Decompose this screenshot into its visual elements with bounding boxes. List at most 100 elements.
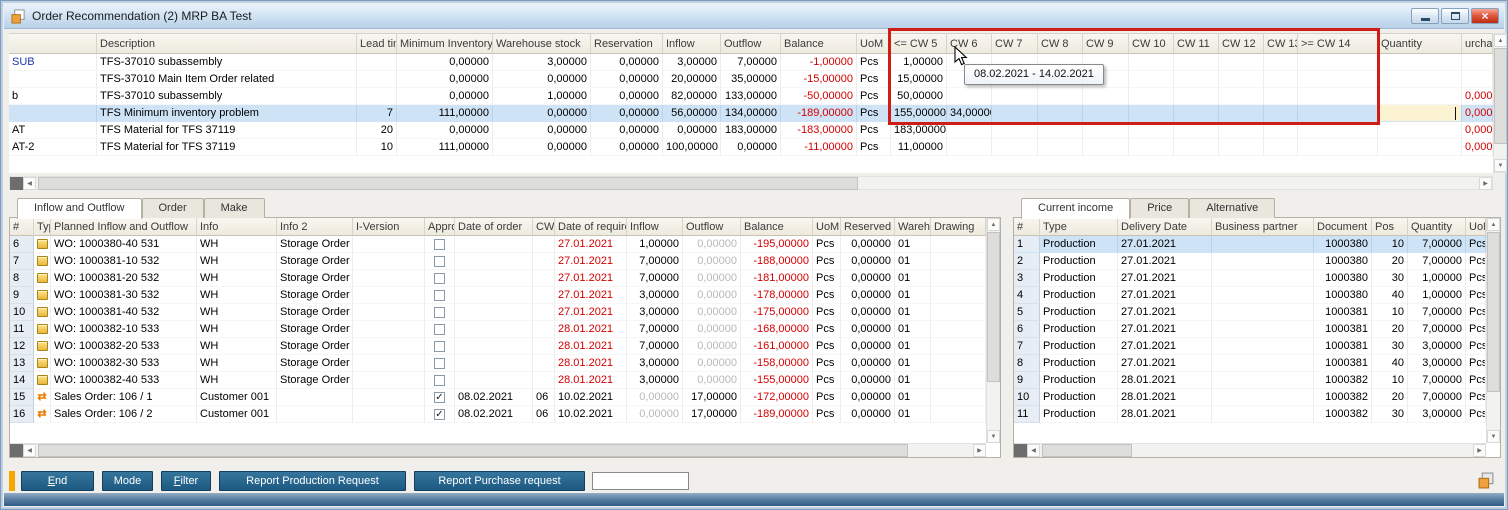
cell[interactable]: 0,00000 bbox=[841, 406, 895, 423]
cell[interactable]: WO: 1000381-10 532 bbox=[51, 253, 197, 270]
column-header[interactable]: Warehouse bbox=[895, 218, 931, 236]
tab-current-income[interactable]: Current income bbox=[1021, 198, 1130, 219]
scroll-right-icon[interactable]: ▶ bbox=[973, 444, 986, 457]
cell[interactable]: 10 bbox=[1372, 372, 1408, 389]
cell[interactable] bbox=[1212, 321, 1314, 338]
cell[interactable] bbox=[1378, 139, 1462, 156]
cell[interactable]: 10 bbox=[357, 139, 397, 156]
cell[interactable]: 01 bbox=[895, 304, 931, 321]
scrollbar-thumb[interactable] bbox=[1487, 232, 1500, 392]
column-header[interactable]: >= CW 14 bbox=[1298, 34, 1378, 54]
cell[interactable]: 3,00000 bbox=[663, 54, 721, 71]
approved-checkbox[interactable] bbox=[434, 324, 445, 335]
maximize-button[interactable] bbox=[1441, 8, 1469, 24]
cell[interactable]: 0,00000 bbox=[397, 54, 493, 71]
cell[interactable]: 7,00000 bbox=[721, 54, 781, 71]
cell[interactable] bbox=[455, 253, 533, 270]
table-row[interactable]: 9WO: 1000381-30 532WHStorage Order27.01.… bbox=[10, 287, 986, 304]
cell[interactable]: 7,00000 bbox=[627, 338, 683, 355]
cell[interactable] bbox=[1378, 88, 1462, 105]
cell[interactable]: 1000382 bbox=[1314, 372, 1372, 389]
cell[interactable]: 3,00000 bbox=[493, 54, 591, 71]
cell[interactable]: WH bbox=[197, 355, 277, 372]
approved-checkbox[interactable]: ✓ bbox=[434, 392, 445, 403]
cell[interactable] bbox=[1462, 71, 1493, 88]
top-vertical-scrollbar[interactable]: ▲▼ bbox=[1493, 33, 1507, 173]
cell[interactable]: 0,00000 bbox=[841, 338, 895, 355]
cell[interactable]: -195,00000 bbox=[741, 236, 813, 253]
cell[interactable]: b bbox=[9, 88, 97, 105]
column-header[interactable]: # bbox=[1014, 218, 1040, 236]
cell[interactable]: -15,00000 bbox=[781, 71, 857, 88]
cell[interactable] bbox=[1264, 54, 1298, 71]
table-row[interactable]: 11Production28.01.20211000382303,00000Pc… bbox=[1014, 406, 1486, 423]
column-header[interactable]: Minimum Inventory bbox=[397, 34, 493, 54]
row-number[interactable]: 16 bbox=[10, 406, 34, 423]
report-production-request-button[interactable]: Report Production Request bbox=[219, 471, 406, 491]
item-row[interactable]: ATTFS Material for TFS 37119200,000000,0… bbox=[9, 122, 1493, 139]
cell[interactable] bbox=[353, 270, 425, 287]
pane-split-grip[interactable] bbox=[10, 177, 23, 190]
row-number[interactable]: 13 bbox=[10, 355, 34, 372]
cell[interactable] bbox=[1298, 71, 1378, 88]
table-row[interactable]: 8WO: 1000381-20 532WHStorage Order27.01.… bbox=[10, 270, 986, 287]
cell[interactable]: Storage Order bbox=[277, 355, 353, 372]
cell[interactable]: Production bbox=[1040, 270, 1118, 287]
row-number[interactable]: 10 bbox=[1014, 389, 1040, 406]
cell[interactable]: Pcs bbox=[857, 122, 891, 139]
cell[interactable]: 133,00000 bbox=[721, 88, 781, 105]
cell[interactable]: -168,00000 bbox=[741, 321, 813, 338]
cell[interactable]: 0,00000 bbox=[591, 71, 663, 88]
row-number[interactable]: 14 bbox=[10, 372, 34, 389]
cell[interactable] bbox=[1212, 287, 1314, 304]
cell[interactable]: Pcs bbox=[813, 372, 841, 389]
approved-checkbox[interactable] bbox=[434, 307, 445, 318]
column-header[interactable]: Quantity bbox=[1408, 218, 1466, 236]
cell[interactable]: 3,00000 bbox=[627, 304, 683, 321]
cell[interactable]: 0,0000 bbox=[1462, 139, 1493, 156]
cell[interactable]: 7,00000 bbox=[1408, 236, 1466, 253]
cell[interactable]: Pcs bbox=[813, 270, 841, 287]
cell[interactable]: 0,00000 bbox=[683, 253, 741, 270]
cell[interactable] bbox=[1264, 122, 1298, 139]
cell[interactable]: Pcs bbox=[813, 389, 841, 406]
cell[interactable]: 20 bbox=[1372, 389, 1408, 406]
cell[interactable] bbox=[533, 287, 555, 304]
cell[interactable]: Production bbox=[1040, 338, 1118, 355]
cell[interactable]: 3,00000 bbox=[627, 355, 683, 372]
cell[interactable]: 27.01.2021 bbox=[1118, 355, 1212, 372]
cell[interactable] bbox=[353, 372, 425, 389]
cell[interactable]: 30 bbox=[1372, 406, 1408, 423]
cell[interactable] bbox=[1212, 372, 1314, 389]
cell[interactable]: WH bbox=[197, 270, 277, 287]
row-number[interactable]: 8 bbox=[1014, 355, 1040, 372]
cell[interactable] bbox=[931, 321, 986, 338]
approved-checkbox[interactable]: ✓ bbox=[434, 409, 445, 420]
cell[interactable] bbox=[1212, 355, 1314, 372]
cell[interactable] bbox=[34, 304, 51, 321]
column-header[interactable]: <= CW 5 bbox=[891, 34, 947, 54]
cell[interactable]: 35,00000 bbox=[721, 71, 781, 88]
cell[interactable]: 27.01.2021 bbox=[1118, 253, 1212, 270]
cell[interactable] bbox=[533, 372, 555, 389]
scrollbar-thumb[interactable] bbox=[1042, 444, 1132, 457]
cell[interactable]: 28.01.2021 bbox=[1118, 389, 1212, 406]
cell[interactable] bbox=[1038, 122, 1083, 139]
cell[interactable] bbox=[1038, 105, 1083, 122]
cell[interactable]: -1,00000 bbox=[781, 54, 857, 71]
cell[interactable]: 28.01.2021 bbox=[555, 321, 627, 338]
cell[interactable] bbox=[931, 236, 986, 253]
cell[interactable]: 155,00000 bbox=[891, 105, 947, 122]
cell[interactable]: WO: 1000381-20 532 bbox=[51, 270, 197, 287]
cell[interactable] bbox=[1264, 105, 1298, 122]
pane-split-grip[interactable] bbox=[1014, 444, 1027, 457]
cell[interactable] bbox=[425, 304, 455, 321]
cell[interactable]: 1,00000 bbox=[891, 54, 947, 71]
cell[interactable]: 27.01.2021 bbox=[1118, 304, 1212, 321]
cell[interactable] bbox=[533, 321, 555, 338]
scrollbar-thumb[interactable] bbox=[38, 444, 908, 457]
cell[interactable] bbox=[1212, 406, 1314, 423]
cell[interactable]: 183,00000 bbox=[721, 122, 781, 139]
cell[interactable]: 1000380 bbox=[1314, 270, 1372, 287]
cell[interactable]: 1000381 bbox=[1314, 304, 1372, 321]
